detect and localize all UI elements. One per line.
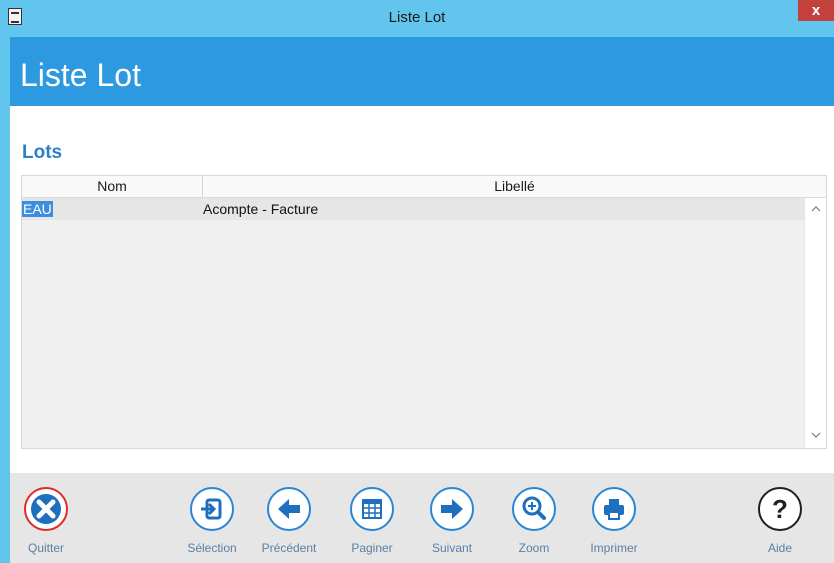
- scroll-down-button[interactable]: [805, 426, 826, 446]
- arrow-left-icon: [267, 487, 311, 531]
- page-header: Liste Lot: [10, 37, 834, 106]
- zoom-in-icon: [512, 487, 556, 531]
- cell-libelle[interactable]: Acompte - Facture: [203, 201, 318, 217]
- aide-button[interactable]: ? Aide: [744, 473, 816, 563]
- vertical-scrollbar[interactable]: [804, 198, 826, 448]
- zoom-button[interactable]: Zoom: [498, 473, 570, 563]
- suivant-button[interactable]: Suivant: [416, 473, 488, 563]
- chevron-down-icon: [811, 432, 820, 438]
- window-left-border: [0, 37, 10, 563]
- aide-label: Aide: [767, 541, 793, 555]
- window-title: Liste Lot: [388, 9, 446, 26]
- column-header-nom[interactable]: Nom: [22, 176, 203, 197]
- selection-button[interactable]: Sélection: [176, 473, 248, 563]
- table-header: Nom Libellé: [22, 176, 826, 198]
- title-bar: Liste Lot x: [0, 0, 834, 37]
- paginer-label: Paginer: [351, 541, 393, 555]
- imprimer-button[interactable]: Imprimer: [578, 473, 650, 563]
- quitter-button[interactable]: Quitter: [10, 473, 82, 563]
- page-title: Liste Lot: [20, 57, 141, 93]
- section-title: Lots: [22, 142, 63, 163]
- imprimer-label: Imprimer: [590, 541, 638, 555]
- scroll-up-button[interactable]: [805, 200, 826, 220]
- column-header-libelle[interactable]: Libellé: [203, 176, 826, 197]
- paginer-button[interactable]: Paginer: [336, 473, 408, 563]
- precedent-label: Précédent: [261, 541, 317, 555]
- arrow-right-icon: [430, 487, 474, 531]
- suivant-label: Suivant: [431, 541, 473, 555]
- table-icon: [350, 487, 394, 531]
- selection-label: Sélection: [187, 541, 237, 555]
- printer-icon: [592, 487, 636, 531]
- table-row[interactable]: EAU Acompte - Facture: [22, 198, 804, 220]
- svg-text:?: ?: [772, 494, 788, 524]
- cell-nom[interactable]: EAU: [22, 201, 53, 217]
- window-close-button[interactable]: x: [798, 0, 834, 21]
- enter-icon: [190, 487, 234, 531]
- help-icon: ?: [758, 487, 802, 531]
- precedent-button[interactable]: Précédent: [253, 473, 325, 563]
- lots-table[interactable]: Nom Libellé EAU Acompte - Facture: [21, 175, 827, 449]
- bottom-toolbar: Quitter Sélection Précédent Paginer Suiv…: [10, 473, 834, 563]
- close-icon: [24, 487, 68, 531]
- chevron-up-icon: [811, 206, 820, 212]
- quitter-label: Quitter: [27, 541, 64, 555]
- zoom-label: Zoom: [518, 541, 550, 555]
